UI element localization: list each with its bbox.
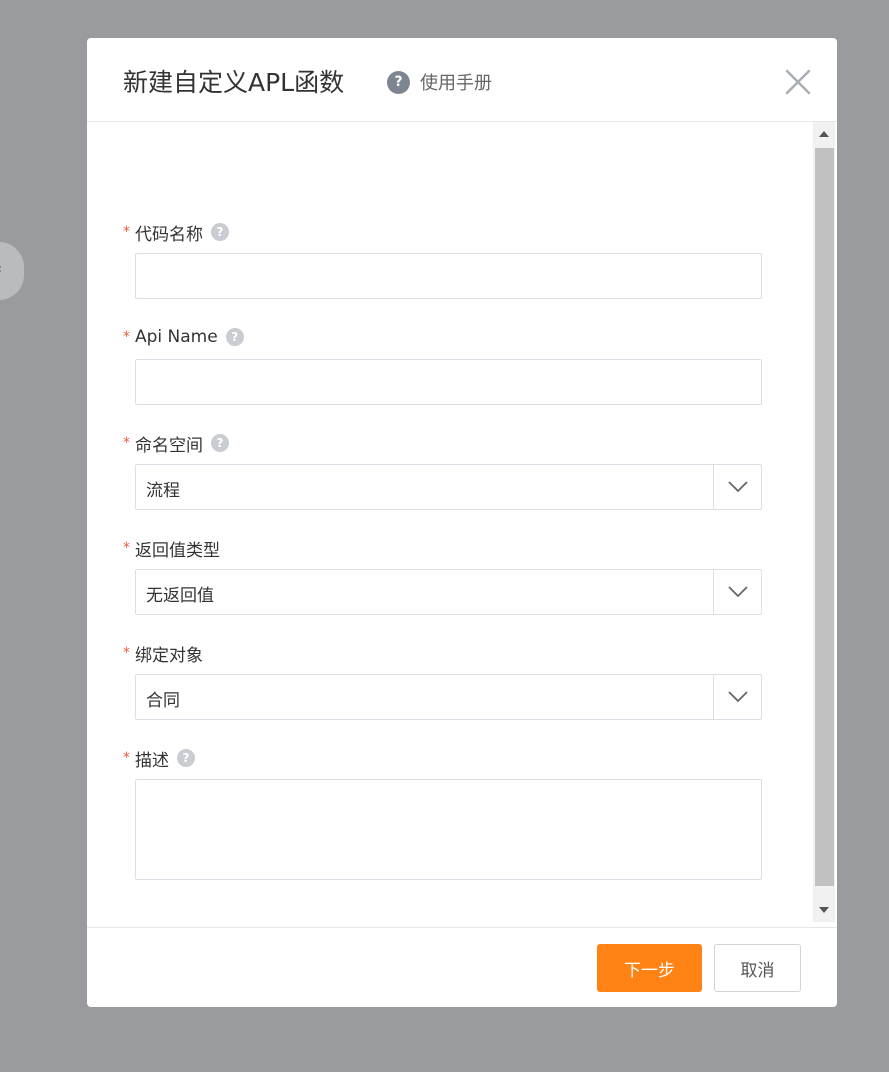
return-type-select[interactable]: 无返回值 — [135, 569, 762, 615]
required-mark: * — [123, 435, 130, 451]
close-button[interactable] — [784, 68, 812, 96]
dialog-body: * 代码名称 ? * Api Name ? * 命名空间 ? 流程 * 返回值类… — [87, 122, 837, 927]
bind-object-select[interactable]: 合同 — [135, 674, 762, 720]
field-api-name: * Api Name ? — [123, 325, 764, 407]
field-label-namespace: * 命名空间 ? — [123, 431, 764, 456]
namespace-selected-value: 流程 — [146, 481, 180, 501]
chevron-down-icon — [727, 481, 748, 493]
namespace-dropdown-toggle[interactable] — [713, 465, 761, 509]
new-apl-function-dialog: 新建自定义APL函数 ? 使用手册 * 代码名称 ? * Api Name ? … — [87, 38, 837, 1007]
namespace-label: 命名空间 — [135, 435, 203, 456]
scroll-thumb[interactable] — [815, 148, 834, 886]
question-circle-icon: ? — [387, 70, 410, 94]
help-icon[interactable]: ? — [211, 434, 229, 452]
description-textarea-box[interactable] — [135, 779, 762, 880]
field-description: * 描述 ? — [123, 746, 764, 882]
return-type-dropdown-toggle[interactable] — [713, 570, 761, 614]
bind-object-dropdown-toggle[interactable] — [713, 675, 761, 719]
field-label-code-name: * 代码名称 ? — [123, 220, 764, 245]
dialog-header: 新建自定义APL函数 ? 使用手册 — [87, 38, 837, 122]
triangle-up-icon — [819, 131, 829, 137]
scroll-down-button[interactable] — [813, 898, 835, 922]
bind-object-selected-value: 合同 — [146, 691, 180, 711]
field-namespace: * 命名空间 ? 流程 — [123, 431, 764, 513]
user-manual-link[interactable]: ? 使用手册 — [387, 69, 492, 95]
field-label-bind-object: * 绑定对象 — [123, 641, 764, 666]
help-icon[interactable]: ? — [177, 749, 195, 767]
description-textarea[interactable] — [136, 780, 761, 879]
required-mark: * — [123, 224, 130, 240]
return-type-label: 返回值类型 — [135, 540, 220, 561]
code-name-input[interactable] — [136, 254, 761, 298]
api-name-input-box[interactable] — [135, 359, 762, 405]
field-return-type: * 返回值类型 无返回值 — [123, 536, 764, 618]
field-bind-object: * 绑定对象 合同 — [123, 641, 764, 723]
chevron-down-icon — [727, 586, 748, 598]
code-name-label: 代码名称 — [135, 224, 203, 245]
required-mark: * — [123, 750, 130, 766]
field-label-api-name: * Api Name ? — [123, 325, 764, 349]
scroll-up-button[interactable] — [813, 122, 835, 146]
required-mark: * — [123, 540, 130, 556]
dialog-footer: 下一步 取消 — [87, 927, 837, 1007]
code-name-input-box[interactable] — [135, 253, 762, 299]
side-collapse-handle[interactable]: ‹ — [0, 242, 24, 300]
return-type-selected-value: 无返回值 — [146, 586, 214, 606]
required-mark: * — [123, 645, 130, 661]
dialog-title: 新建自定义APL函数 — [123, 68, 345, 97]
field-label-description: * 描述 ? — [123, 746, 764, 771]
field-code-name: * 代码名称 ? — [123, 220, 764, 302]
namespace-select[interactable]: 流程 — [135, 464, 762, 510]
next-step-button[interactable]: 下一步 — [597, 944, 702, 992]
user-manual-label: 使用手册 — [420, 73, 492, 94]
chevron-down-icon — [727, 691, 748, 703]
description-label: 描述 — [135, 750, 169, 771]
triangle-down-icon — [819, 907, 829, 913]
api-name-label: Api Name — [135, 327, 218, 347]
required-mark: * — [123, 329, 130, 345]
close-icon — [785, 69, 811, 95]
cancel-button[interactable]: 取消 — [714, 944, 801, 992]
help-icon[interactable]: ? — [211, 223, 229, 241]
bind-object-label: 绑定对象 — [135, 645, 203, 666]
api-name-input[interactable] — [136, 360, 761, 404]
field-label-return-type: * 返回值类型 — [123, 536, 764, 561]
help-icon[interactable]: ? — [225, 328, 244, 346]
side-handle-glyph: ‹ — [0, 262, 2, 277]
vertical-scrollbar[interactable] — [813, 122, 835, 922]
